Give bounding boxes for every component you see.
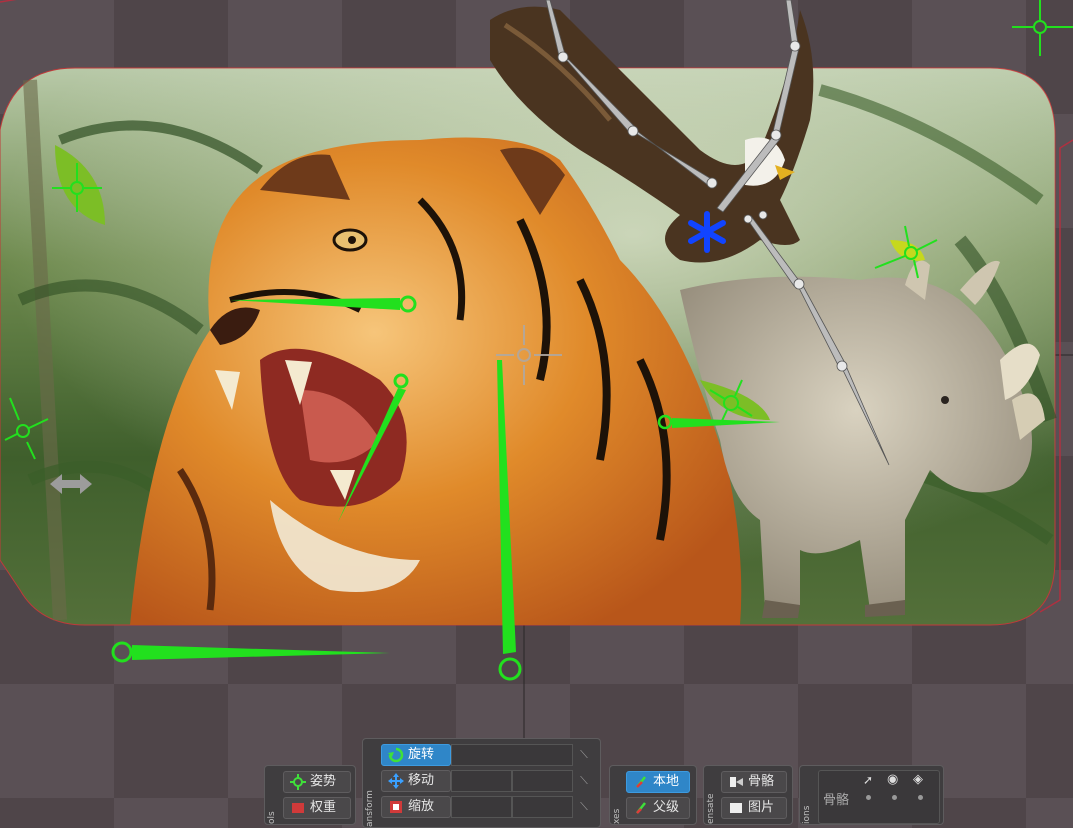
compensate-toolbar: ensate 骨骼 图片: [703, 765, 793, 825]
eye-icon[interactable]: ◉: [887, 772, 898, 787]
select-toggle-dot[interactable]: [866, 795, 871, 800]
rotate-button-label: 旋转: [408, 747, 435, 762]
rotate-value-field[interactable]: [451, 744, 573, 766]
image-compensate-icon: [730, 803, 742, 813]
local-axis-icon: [636, 776, 646, 788]
weights-icon: [292, 803, 304, 813]
bone-compensate-icon: [730, 777, 743, 787]
scale-button[interactable]: 缩放: [381, 796, 451, 818]
pin-icon[interactable]: ⟍: [577, 748, 591, 762]
bone-compensate-label: 骨骼: [748, 774, 775, 789]
toolbar-title: xes: [612, 808, 622, 824]
bone[interactable]: [111, 641, 390, 663]
visible-toggle-dot[interactable]: [892, 795, 897, 800]
canvas-edge-line: [0, 0, 17, 3]
scale-button-label: 缩放: [408, 799, 435, 814]
transform-toolbar: ansform 旋转 ⟍ 移动 ⟍ 缩放 ⟍: [362, 738, 601, 828]
options-panel: 骨骼 ➚ ◉ ◈: [818, 770, 940, 824]
pose-button[interactable]: 姿势: [283, 771, 351, 793]
toolbar-title: ions: [802, 805, 812, 824]
select-cursor-icon[interactable]: ➚: [863, 773, 873, 787]
names-toggle-dot[interactable]: [918, 795, 923, 800]
tools-toolbar: ols 姿势 权重: [264, 765, 356, 825]
bone-target-icon[interactable]: [1012, 0, 1073, 56]
scale-y-field[interactable]: [512, 796, 573, 818]
rotate-button[interactable]: 旋转: [381, 744, 451, 766]
pin-icon[interactable]: ⟍: [577, 800, 591, 814]
scene-canvas[interactable]: [0, 0, 1073, 811]
visibility-toggle-icon[interactable]: ◈: [913, 772, 923, 787]
parent-axis-label: 父级: [653, 800, 680, 815]
toolbar-title: ansform: [365, 790, 375, 827]
image-compensate-button[interactable]: 图片: [721, 797, 787, 819]
translate-x-field[interactable]: [451, 770, 512, 792]
editor-viewport[interactable]: [0, 0, 1073, 811]
translate-button[interactable]: 移动: [381, 770, 451, 792]
scale-x-field[interactable]: [451, 796, 512, 818]
move-icon: [388, 773, 404, 789]
toolbar-title: ensate: [706, 793, 716, 824]
scale-icon: [390, 801, 402, 813]
axes-toolbar: xes 本地 父级: [609, 765, 697, 825]
options-toolbar: ions 骨骼 ➚ ◉ ◈: [799, 765, 944, 825]
pose-button-label: 姿势: [310, 774, 337, 789]
parent-axis-button[interactable]: 父级: [626, 797, 690, 819]
options-bones-row-label: 骨骼: [823, 793, 850, 808]
weights-button[interactable]: 权重: [283, 797, 351, 819]
pin-icon[interactable]: ⟍: [577, 774, 591, 788]
pose-icon: [290, 774, 306, 790]
translate-button-label: 移动: [408, 773, 435, 788]
image-compensate-label: 图片: [748, 800, 775, 815]
bone-compensate-button[interactable]: 骨骼: [721, 771, 787, 793]
translate-y-field[interactable]: [512, 770, 573, 792]
bone[interactable]: [785, 0, 799, 47]
local-axis-button[interactable]: 本地: [626, 771, 690, 793]
parent-axis-icon: [636, 802, 646, 814]
rotate-icon: [388, 747, 404, 763]
weights-button-label: 权重: [310, 800, 337, 815]
local-axis-label: 本地: [653, 774, 680, 789]
toolbar-title: ols: [267, 811, 277, 824]
